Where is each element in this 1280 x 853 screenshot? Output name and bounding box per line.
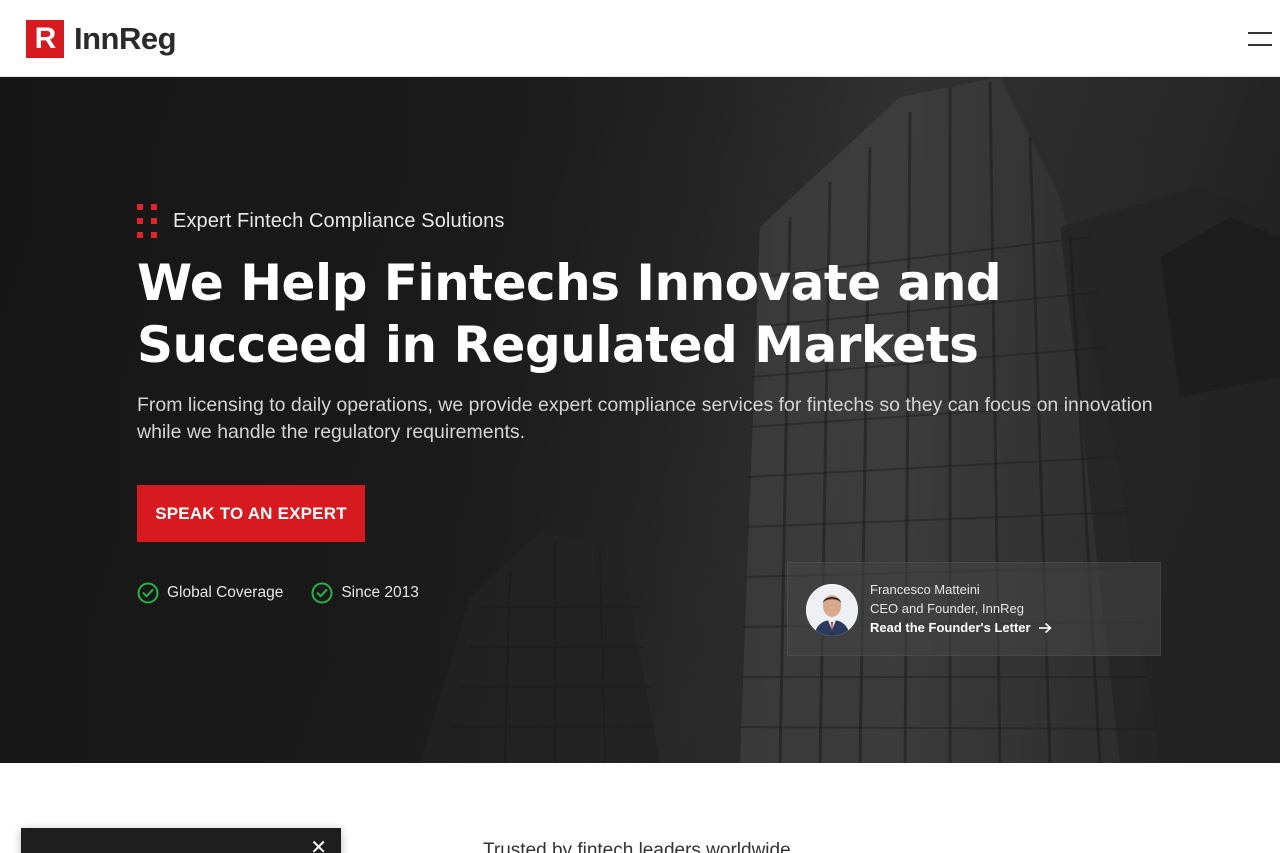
founder-link-label: Read the Founder's Letter <box>870 620 1031 635</box>
founder-letter-link[interactable]: Read the Founder's Letter <box>870 620 1052 635</box>
hero-section: Expert Fintech Compliance Solutions We H… <box>0 77 1280 763</box>
hero-title: We Help Fintechs Innovate and Succeed in… <box>137 254 1002 374</box>
logo-mark: R <box>26 20 64 58</box>
trusted-heading: Trusted by fintech leaders worldwide <box>483 840 791 853</box>
check-circle-icon <box>311 582 333 604</box>
eyebrow-text: Expert Fintech Compliance Solutions <box>173 209 505 232</box>
hero-subtitle: From licensing to daily operations, we p… <box>137 394 1153 443</box>
founder-avatar <box>806 584 858 636</box>
hamburger-icon[interactable] <box>1248 30 1272 48</box>
site-header: R InnReg <box>0 0 1280 77</box>
check-circle-icon <box>137 582 159 604</box>
badge-global-coverage: Global Coverage <box>137 582 283 604</box>
dots-icon <box>137 204 157 238</box>
cookie-popup: ✕ <box>21 828 341 853</box>
founder-role: CEO and Founder, InnReg <box>870 601 1024 616</box>
logo-text: InnReg <box>74 21 177 56</box>
innreg-logo[interactable]: R InnReg <box>26 20 177 58</box>
close-icon[interactable]: ✕ <box>310 838 327 853</box>
badge-label: Global Coverage <box>167 584 284 601</box>
badge-label: Since 2013 <box>341 584 419 601</box>
arrow-right-icon <box>1038 622 1052 633</box>
badge-since-2013: Since 2013 <box>311 582 419 604</box>
founder-card: Francesco Matteini CEO and Founder, InnR… <box>787 562 1161 656</box>
hero-badges: Global Coverage Since 2013 <box>137 582 419 604</box>
hero-eyebrow: Expert Fintech Compliance Solutions <box>137 204 504 238</box>
founder-name: Francesco Matteini <box>870 582 980 597</box>
logo-letter: R <box>34 22 57 55</box>
speak-to-expert-button[interactable]: SPEAK TO AN EXPERT <box>137 485 365 542</box>
